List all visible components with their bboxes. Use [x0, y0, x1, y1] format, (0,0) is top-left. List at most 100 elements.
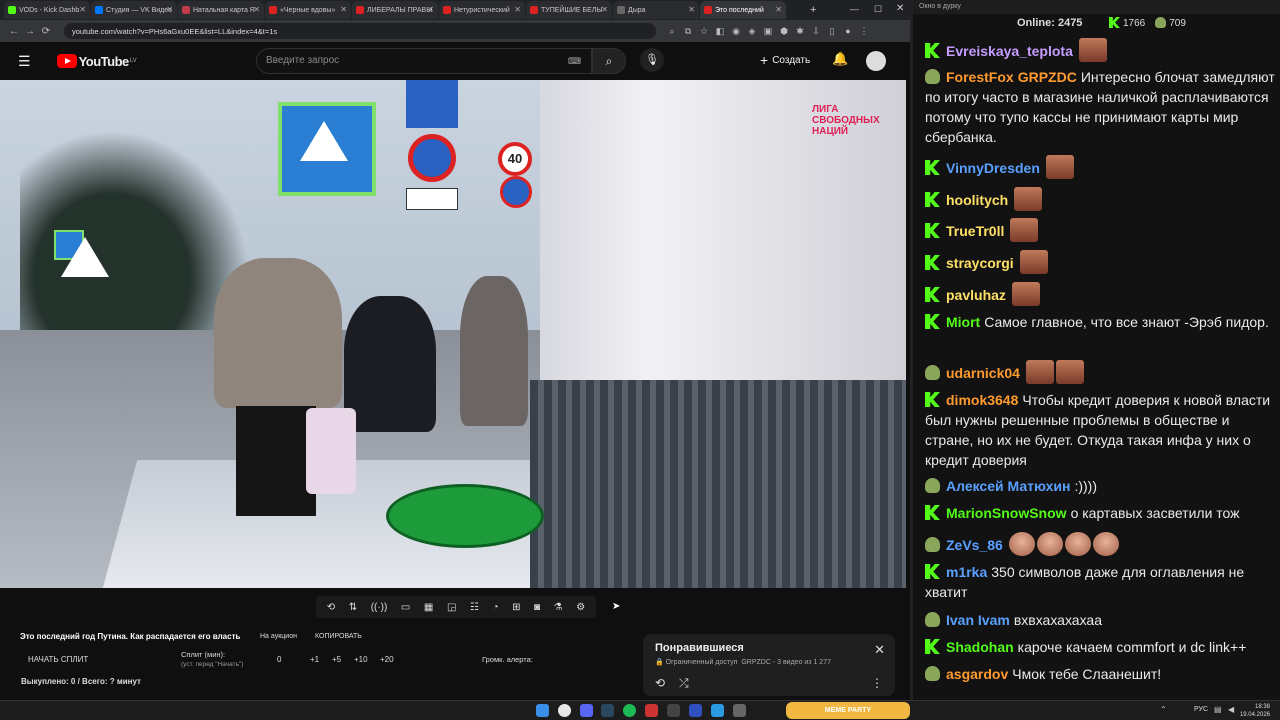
keyboard-icon[interactable]: ⌨ [568, 49, 581, 73]
chat-username[interactable]: straycorgi [946, 255, 1014, 271]
steam-icon[interactable] [601, 704, 614, 717]
browser-tab[interactable]: Натальная карта R ✕ [178, 1, 264, 19]
extension-icon[interactable]: ◧ [712, 26, 728, 37]
sort-icon[interactable]: ⇅ [349, 602, 357, 613]
tab-close-icon[interactable]: ✕ [79, 5, 86, 14]
discord-icon[interactable] [580, 704, 593, 717]
tab-close-icon[interactable]: ✕ [688, 5, 695, 14]
shuffle-icon[interactable]: ⤮ [679, 676, 689, 691]
download-icon[interactable]: ⇩ [808, 26, 824, 37]
tab-close-icon[interactable]: ✕ [340, 5, 347, 14]
app-icon[interactable] [667, 704, 680, 717]
speed-icon[interactable]: ◔ [492, 602, 498, 613]
search-input[interactable]: Введите запрос ⌨ [256, 48, 592, 74]
youtube-logo[interactable]: YouTube LV [45, 54, 137, 69]
split-plus-20-button[interactable]: +20 [380, 655, 394, 664]
forward-icon[interactable]: → [22, 26, 38, 37]
zoom-icon[interactable]: ⌕ [664, 26, 680, 37]
start-split-button[interactable]: НАЧАТЬ СПЛИТ [28, 655, 88, 664]
flask-icon[interactable]: ⚗ [554, 602, 563, 613]
browser-tab[interactable]: «Черные вдовы» ✕ [265, 1, 351, 19]
network-icon[interactable]: ▤ [1214, 705, 1222, 714]
chat-username[interactable]: udarnick04 [946, 365, 1020, 381]
chat-username[interactable]: dimok3648 [946, 392, 1018, 408]
system-clock[interactable]: 18:38 19.04.2026 [1240, 703, 1270, 719]
telegram-icon[interactable] [711, 704, 724, 717]
search-button[interactable]: ⌕ [592, 48, 626, 74]
broadcast-icon[interactable]: ((·)) [371, 602, 388, 613]
voice-search-icon[interactable]: 🎙 [640, 48, 664, 72]
spotify-icon[interactable] [623, 704, 636, 717]
maximize-button[interactable]: ☐ [874, 4, 882, 15]
split-plus-5-button[interactable]: +5 [332, 655, 341, 664]
screen-icon[interactable]: ▭ [401, 602, 410, 613]
tray-chevron-icon[interactable]: ⌃ [1160, 705, 1167, 714]
list-icon[interactable]: ☷ [470, 602, 479, 613]
chrome-icon[interactable] [558, 704, 571, 717]
extension-icon[interactable]: ⬢ [776, 26, 792, 37]
translate-icon[interactable]: ⧉ [680, 26, 696, 37]
chat-username[interactable]: ForestFox [946, 69, 1014, 85]
hamburger-menu-icon[interactable]: ☰ [18, 53, 31, 70]
browser-tab[interactable]: Нетуристический ✕ [439, 1, 525, 19]
chat-username[interactable]: TrueTr0ll [946, 223, 1004, 239]
browser-tab[interactable]: Дыра ✕ [613, 1, 699, 19]
app-icon[interactable] [733, 704, 746, 717]
tab-close-icon[interactable]: ✕ [166, 5, 173, 14]
extensions-puzzle-icon[interactable]: ✱ [792, 26, 808, 37]
create-button[interactable]: + Создать [760, 52, 810, 68]
windows-start-icon[interactable] [536, 704, 549, 717]
chat-username[interactable]: hoolitych [946, 192, 1008, 208]
chat-username[interactable]: Evreiskaya_teplota [946, 43, 1073, 59]
menu-dots-icon[interactable]: ⋮ [856, 26, 872, 37]
chat-username[interactable]: Ivan Ivam [946, 612, 1010, 628]
chat-username[interactable]: Алексей Матюхин [946, 478, 1070, 494]
extension-icon[interactable]: ◈ [744, 26, 760, 37]
reload-icon[interactable]: ⟳ [38, 26, 54, 37]
split-plus-1-button[interactable]: +1 [310, 655, 319, 664]
tab-close-icon[interactable]: ✕ [253, 5, 260, 14]
chat-username[interactable]: Shadohan [946, 639, 1014, 655]
minimize-button[interactable]: — [850, 4, 859, 14]
screenshot-icon[interactable]: ◙ [534, 602, 540, 613]
tab-close-icon[interactable]: ✕ [601, 5, 608, 14]
extension-icon[interactable]: ▣ [760, 26, 776, 37]
volume-icon[interactable]: ◀ [1228, 705, 1234, 714]
meme-party-banner[interactable]: MEME PARTY [786, 702, 910, 719]
browser-tab[interactable]: Студия — VK Видео ✕ [91, 1, 177, 19]
extension-icon[interactable]: ◉ [728, 26, 744, 37]
split-plus-10-button[interactable]: +10 [354, 655, 368, 664]
copy-button[interactable]: КОПИРОВАТЬ [315, 633, 362, 640]
chat-username[interactable]: pavluhaz [946, 287, 1006, 303]
auction-link[interactable]: На аукцион [260, 633, 297, 640]
chat-username[interactable]: m1rka [946, 564, 987, 580]
tab-close-icon[interactable]: ✕ [775, 5, 782, 14]
browser-tab[interactable]: Это последний ✕ [700, 1, 786, 19]
back-icon[interactable]: ← [6, 26, 22, 37]
browser-tab[interactable]: VODs - Kick Dashb ✕ [4, 1, 90, 19]
avatar[interactable] [866, 51, 886, 71]
chat-username[interactable]: Miort [946, 314, 980, 330]
close-window-button[interactable]: ✕ [896, 3, 904, 14]
chat-username[interactable]: asgardov [946, 666, 1008, 682]
loop-icon[interactable]: ⟲ [327, 602, 335, 613]
input-language[interactable]: РУС [1194, 706, 1208, 713]
settings-gear-icon[interactable]: ⚙ [576, 602, 585, 613]
tab-close-icon[interactable]: ✕ [427, 5, 434, 14]
playlist-menu-icon[interactable]: ⋮ [871, 676, 883, 690]
notifications-bell-icon[interactable]: 🔔 [832, 51, 848, 67]
browser-tab[interactable]: ТУПЕЙШИЕ БЕЛЫ ✕ [526, 1, 612, 19]
browser-tab[interactable]: ЛИБЕРАЛЫ ПРАВЫ ✕ [352, 1, 438, 19]
film-icon[interactable]: ▦ [424, 602, 433, 613]
sidebar-icon[interactable]: ▯ [824, 26, 840, 37]
tab-close-icon[interactable]: ✕ [514, 5, 521, 14]
app-icon[interactable] [689, 704, 702, 717]
add-icon[interactable]: ⊞ [512, 602, 520, 613]
profile-icon[interactable]: ● [840, 26, 856, 36]
bookmark-star-icon[interactable]: ☆ [696, 26, 712, 37]
new-tab-button[interactable]: + [810, 4, 816, 16]
chat-username[interactable]: VinnyDresden [946, 160, 1040, 176]
url-field[interactable]: youtube.com/watch?v=PHs6aGxu0EE&list=LL&… [64, 23, 656, 39]
video-player[interactable]: 40 ЛИГА СВОБОДНЫХ НАЦИЙ [0, 80, 906, 588]
app-icon[interactable] [645, 704, 658, 717]
